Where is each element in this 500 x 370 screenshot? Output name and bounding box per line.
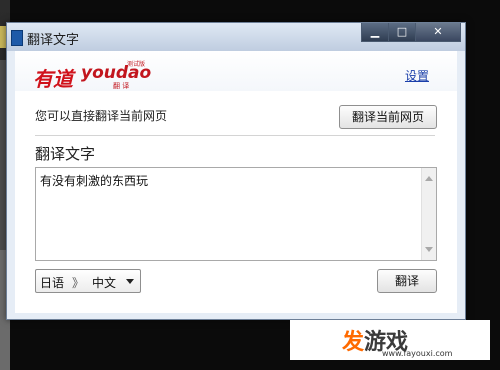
input-text[interactable]: 有没有刺激的东西玩 — [40, 172, 148, 189]
translate-input[interactable]: 有没有刺激的东西玩 — [35, 167, 437, 261]
logo-beta-tag: 测试版 — [127, 61, 146, 68]
title-bar[interactable]: 翻译文字 ▁ □ ✕ — [7, 23, 465, 51]
maximize-button[interactable]: □ — [388, 23, 416, 42]
watermark-accent: 发 — [342, 330, 365, 355]
scroll-up-icon[interactable] — [425, 176, 433, 181]
section-title: 翻译文字 — [35, 145, 96, 163]
scroll-down-icon[interactable] — [425, 247, 433, 252]
target-language: 中文 — [92, 276, 117, 290]
translate-page-button[interactable]: 翻译当前网页 — [339, 105, 437, 129]
watermark-url: www.fayouxi.com — [382, 349, 453, 358]
chevron-down-icon — [126, 279, 134, 284]
scrollbar[interactable] — [421, 168, 436, 260]
logo-bar: 有道 youdao 测试版 翻 译 设置 — [15, 51, 457, 91]
language-select[interactable]: 日语 》 中文 — [35, 269, 141, 293]
logo-subtitle: 翻 译 — [113, 82, 130, 90]
close-button[interactable]: ✕ — [415, 23, 461, 42]
translate-window: 翻译文字 ▁ □ ✕ 有道 youdao 测试版 翻 译 设置 您可以直接翻译当… — [6, 22, 466, 320]
app-icon — [11, 30, 23, 46]
watermark: 发游戏 www.fayouxi.com — [290, 320, 490, 360]
youdao-logo-cn: 有道 — [33, 67, 73, 91]
translate-button[interactable]: 翻译 — [377, 269, 437, 293]
source-language: 日语 — [40, 276, 65, 290]
settings-link[interactable]: 设置 — [405, 67, 429, 84]
divider — [35, 135, 435, 136]
minimize-button[interactable]: ▁ — [361, 23, 389, 42]
hint-text: 您可以直接翻译当前网页 — [35, 109, 168, 123]
direction-arrow-icon: 》 — [72, 276, 85, 290]
window-content: 有道 youdao 测试版 翻 译 设置 您可以直接翻译当前网页 翻译当前网页 … — [15, 51, 457, 313]
window-controls: ▁ □ ✕ — [361, 23, 461, 43]
window-title: 翻译文字 — [27, 33, 80, 48]
